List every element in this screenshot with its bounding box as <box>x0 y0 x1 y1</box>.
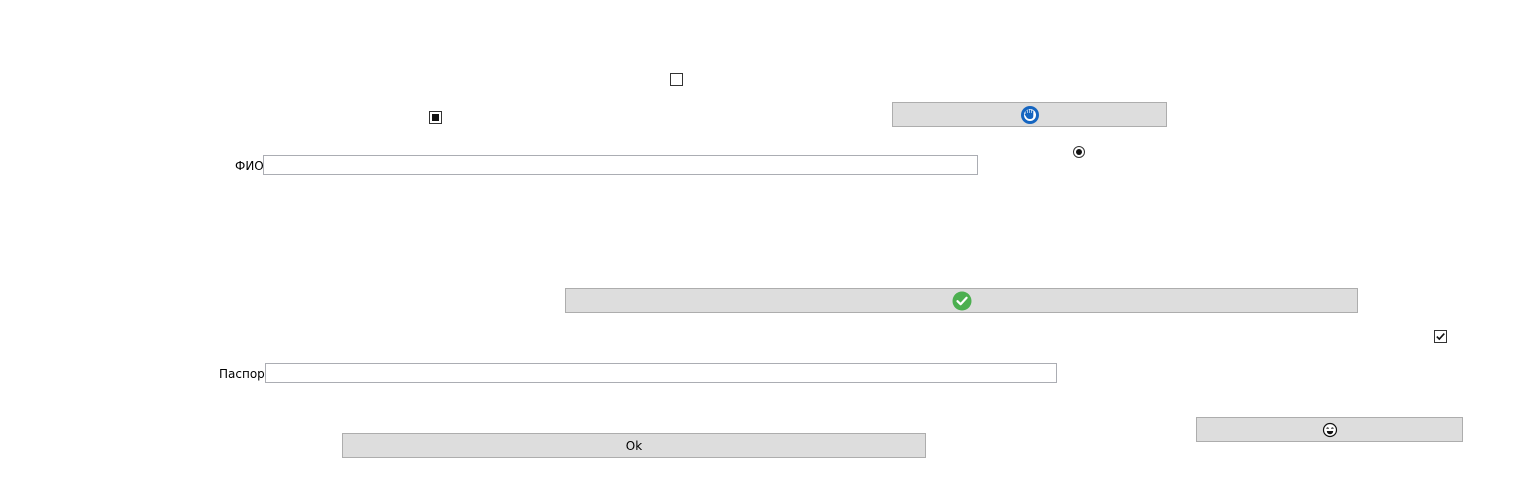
face-emoji-icon <box>1322 422 1338 438</box>
icon-button-confirm[interactable] <box>565 288 1358 313</box>
checkbox-indeterminate[interactable] <box>429 111 442 124</box>
checkbox-unchecked[interactable] <box>670 73 683 86</box>
passport-label: Паспорт <box>219 367 272 381</box>
fio-field[interactable] <box>263 155 978 175</box>
ok-button[interactable]: Ok <box>342 433 926 458</box>
passport-field[interactable] <box>265 363 1057 383</box>
fio-label: ФИО <box>235 159 264 173</box>
green-checkmark-icon <box>952 291 972 311</box>
checkmark-icon <box>1435 331 1446 342</box>
checkbox-checked[interactable] <box>1434 330 1447 343</box>
blue-circle-hand-icon <box>1020 105 1040 125</box>
icon-button-hand[interactable] <box>892 102 1167 127</box>
radio-button[interactable] <box>1073 146 1085 158</box>
icon-button-emoji[interactable] <box>1196 417 1463 442</box>
